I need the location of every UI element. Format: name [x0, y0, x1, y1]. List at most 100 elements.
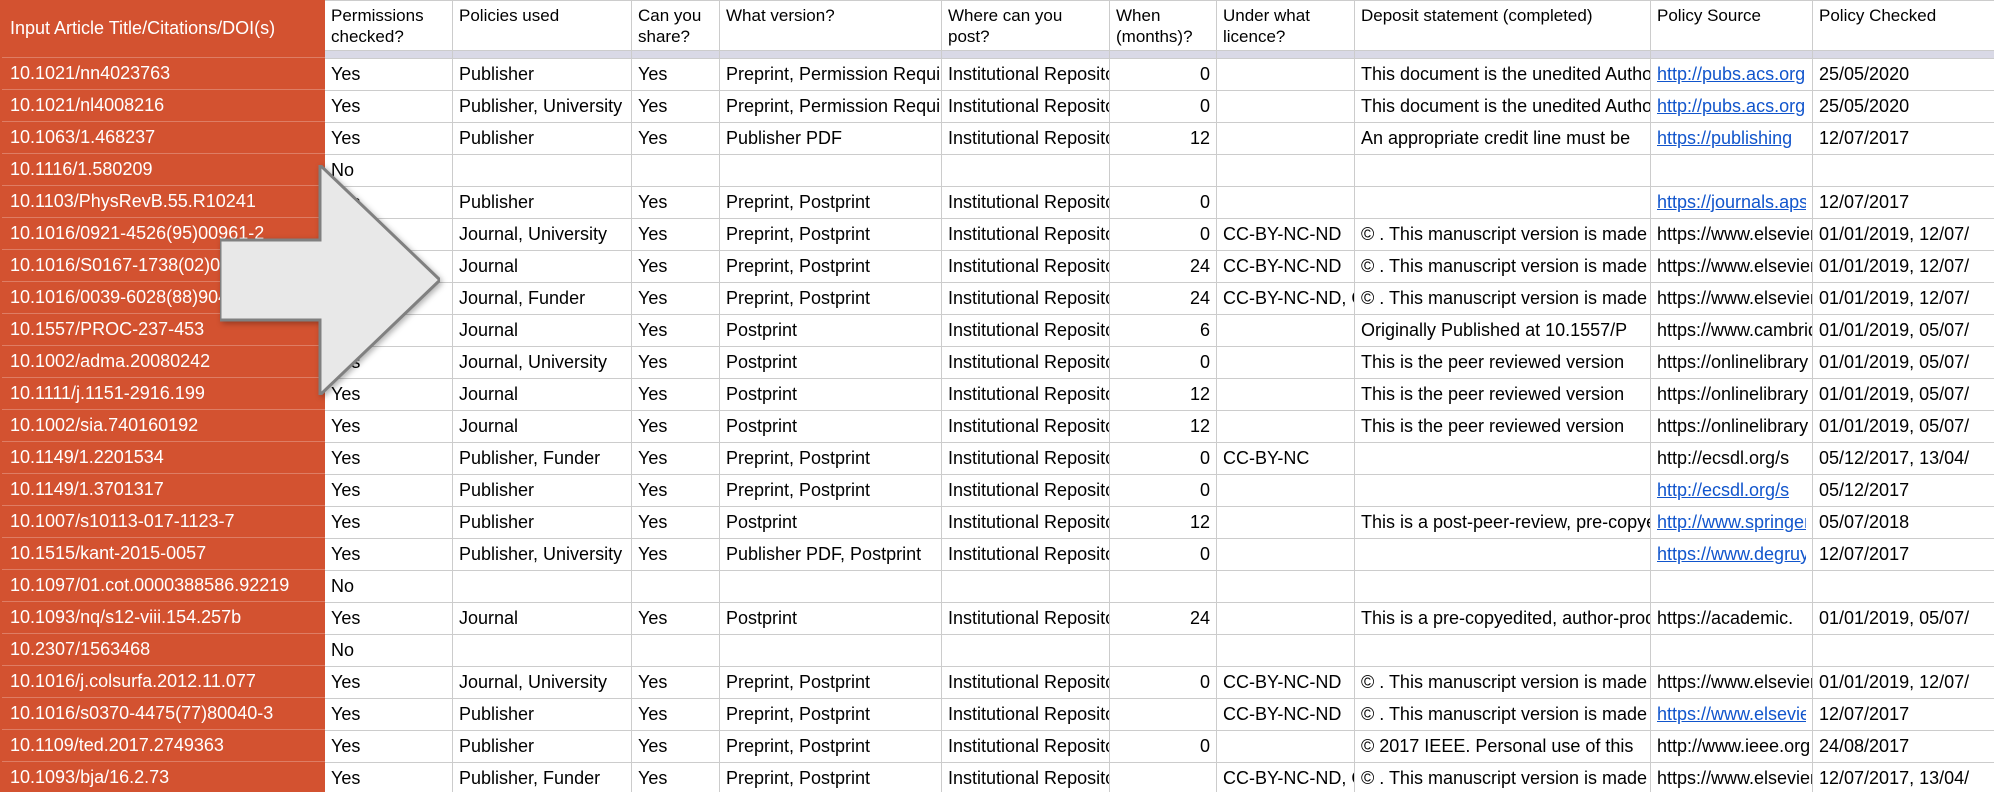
table-cell-policies[interactable]: Publisher	[453, 187, 632, 219]
table-cell-source[interactable]: https://www.elsevier	[1651, 251, 1813, 283]
table-cell-policyChecked[interactable]: 05/07/2018	[1813, 507, 1994, 539]
table-cell-share[interactable]: Yes	[632, 219, 720, 251]
table-cell-deposit[interactable]: © . This manuscript version is made	[1355, 763, 1651, 792]
table-cell-policies[interactable]: Publisher	[453, 507, 632, 539]
table-cell-licence[interactable]: CC-BY-NC-ND	[1217, 219, 1355, 251]
table-cell-share[interactable]: Yes	[632, 507, 720, 539]
table-cell-post[interactable]	[942, 635, 1110, 667]
table-cell-source[interactable]: https://academic.	[1651, 603, 1813, 635]
table-cell-policies[interactable]: Publisher	[453, 123, 632, 155]
table-cell-share[interactable]: Yes	[632, 763, 720, 792]
table-cell-source[interactable]: https://www.elsevier	[1651, 219, 1813, 251]
table-cell-share[interactable]: Yes	[632, 187, 720, 219]
table-cell-share[interactable]	[632, 155, 720, 187]
table-cell-deposit[interactable]	[1355, 539, 1651, 571]
table-cell-licence[interactable]: CC-BY-NC-ND	[1217, 251, 1355, 283]
table-cell-version[interactable]: Postprint	[720, 315, 942, 347]
table-cell-when[interactable]: 12	[1110, 507, 1217, 539]
table-cell-licence[interactable]	[1217, 603, 1355, 635]
table-cell-post[interactable]: Institutional Repository	[942, 699, 1110, 731]
table-cell-policies[interactable]: Journal	[453, 379, 632, 411]
table-cell-version[interactable]: Preprint, Postprint	[720, 251, 942, 283]
table-cell-share[interactable]: Yes	[632, 347, 720, 379]
table-cell-version[interactable]: Postprint	[720, 603, 942, 635]
table-cell-checked[interactable]: Yes	[325, 59, 453, 91]
policy-source-link[interactable]: http://pubs.acs.org	[1657, 64, 1805, 85]
doi-cell[interactable]: 10.1109/ted.2017.2749363	[2, 730, 325, 762]
table-cell-deposit[interactable]: This is a pre-copyedited, author-produce…	[1355, 603, 1651, 635]
table-cell-version[interactable]: Preprint, Postprint	[720, 187, 942, 219]
table-cell-share[interactable]: Yes	[632, 411, 720, 443]
table-cell-share[interactable]: Yes	[632, 699, 720, 731]
table-cell-deposit[interactable]	[1355, 155, 1651, 187]
table-cell-policies[interactable]	[453, 155, 632, 187]
table-cell-licence[interactable]: CC-BY-NC	[1217, 443, 1355, 475]
table-cell-policyChecked[interactable]: 01/01/2019, 05/07/	[1813, 379, 1994, 411]
table-cell-when[interactable]: 0	[1110, 219, 1217, 251]
table-cell-policyChecked[interactable]: 12/07/2017, 13/04/	[1813, 763, 1994, 792]
table-cell-policies[interactable]: Publisher	[453, 475, 632, 507]
doi-cell[interactable]: 10.1016/j.colsurfa.2012.11.077	[2, 666, 325, 698]
table-cell-policyChecked[interactable]: 24/08/2017	[1813, 731, 1994, 763]
table-cell-version[interactable]: Postprint	[720, 347, 942, 379]
doi-cell[interactable]: 10.1093/nq/s12-viii.154.257b	[2, 602, 325, 634]
table-cell-deposit[interactable]: © . This manuscript version is made	[1355, 667, 1651, 699]
column-header[interactable]: Can you share?	[632, 1, 720, 51]
table-cell-checked[interactable]: Yes	[325, 603, 453, 635]
table-cell-licence[interactable]	[1217, 731, 1355, 763]
table-cell-when[interactable]: 0	[1110, 731, 1217, 763]
table-cell-when[interactable]	[1110, 155, 1217, 187]
table-cell-source[interactable]: https://onlinelibrary	[1651, 411, 1813, 443]
table-cell-when[interactable]: 12	[1110, 411, 1217, 443]
table-cell-when[interactable]: 0	[1110, 91, 1217, 123]
table-cell-source[interactable]: http://ecsdl.org/s	[1651, 475, 1813, 507]
table-cell-post[interactable]: Institutional Repository	[942, 123, 1110, 155]
table-cell-licence[interactable]	[1217, 59, 1355, 91]
table-cell-checked[interactable]: Yes	[325, 475, 453, 507]
table-cell-deposit[interactable]: This is the peer reviewed version	[1355, 379, 1651, 411]
table-cell-when[interactable]: 24	[1110, 283, 1217, 315]
table-cell-policyChecked[interactable]: 01/01/2019, 05/07/	[1813, 411, 1994, 443]
table-cell-source[interactable]: http://pubs.acs.org	[1651, 91, 1813, 123]
table-cell-version[interactable]: Preprint, Postprint	[720, 219, 942, 251]
table-cell-deposit[interactable]: This is a post-peer-review, pre-copyedit	[1355, 507, 1651, 539]
table-cell-source[interactable]: https://journals.aps	[1651, 187, 1813, 219]
table-cell-share[interactable]: Yes	[632, 379, 720, 411]
table-cell-version[interactable]: Preprint, Permission Required	[720, 59, 942, 91]
table-cell-policies[interactable]: Publisher	[453, 59, 632, 91]
table-cell-source[interactable]: https://www.elsevier	[1651, 699, 1813, 731]
table-cell-checked[interactable]: Yes	[325, 699, 453, 731]
table-cell-version[interactable]: Publisher PDF	[720, 123, 942, 155]
table-cell-post[interactable]: Institutional Repository	[942, 59, 1110, 91]
table-cell-share[interactable]: Yes	[632, 283, 720, 315]
doi-cell[interactable]: 10.1016/s0370-4475(77)80040-3	[2, 698, 325, 730]
table-cell-deposit[interactable]: © . This manuscript version is made	[1355, 283, 1651, 315]
table-cell-source[interactable]: https://www.degruyter	[1651, 539, 1813, 571]
table-cell-version[interactable]: Preprint, Postprint	[720, 475, 942, 507]
table-cell-post[interactable]: Institutional Repository	[942, 443, 1110, 475]
table-cell-policies[interactable]: Publisher, University	[453, 91, 632, 123]
table-cell-deposit[interactable]	[1355, 443, 1651, 475]
table-cell-version[interactable]	[720, 155, 942, 187]
table-cell-post[interactable]	[942, 571, 1110, 603]
table-cell-when[interactable]: 0	[1110, 475, 1217, 507]
table-cell-version[interactable]: Preprint, Postprint	[720, 731, 942, 763]
table-cell-deposit[interactable]	[1355, 475, 1651, 507]
table-cell-share[interactable]: Yes	[632, 603, 720, 635]
table-cell-licence[interactable]	[1217, 91, 1355, 123]
policy-source-link[interactable]: http://pubs.acs.org	[1657, 96, 1805, 117]
table-cell-version[interactable]: Preprint, Postprint	[720, 699, 942, 731]
table-cell-post[interactable]: Institutional Repository	[942, 251, 1110, 283]
table-cell-licence[interactable]	[1217, 507, 1355, 539]
table-cell-deposit[interactable]: This document is the unedited Author	[1355, 59, 1651, 91]
policy-source-link[interactable]: https://www.elsevier	[1657, 704, 1806, 725]
table-cell-post[interactable]: Institutional Repository	[942, 187, 1110, 219]
table-cell-deposit[interactable]: This is the peer reviewed version	[1355, 347, 1651, 379]
table-cell-policies[interactable]: Publisher, Funder	[453, 443, 632, 475]
table-cell-policies[interactable]: Publisher	[453, 731, 632, 763]
table-cell-source[interactable]: https://www.elsevier	[1651, 283, 1813, 315]
table-cell-policyChecked[interactable]: 25/05/2020	[1813, 91, 1994, 123]
table-cell-checked[interactable]: Yes	[325, 411, 453, 443]
table-cell-source[interactable]: http://www.springer	[1651, 507, 1813, 539]
table-cell-source[interactable]: https://www.elsevier	[1651, 667, 1813, 699]
